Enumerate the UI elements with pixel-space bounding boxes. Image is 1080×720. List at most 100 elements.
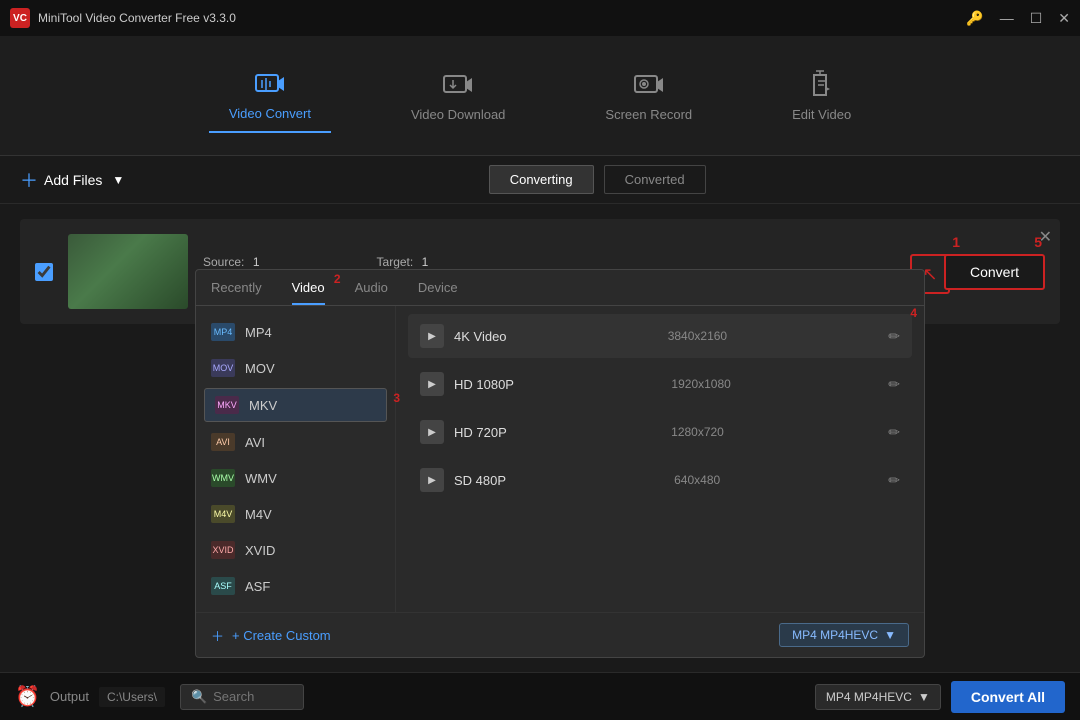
quality-list: ▶ 4K Video 3840x2160 ✏ 4 ▶ HD 1080P 1920… <box>396 306 924 612</box>
clock-icon-output: ⏰ <box>15 684 40 709</box>
format-item-asf[interactable]: ASF ASF <box>196 568 395 604</box>
format-item-mov[interactable]: MOV MOV <box>196 350 395 386</box>
quality-item-4k[interactable]: ▶ 4K Video 3840x2160 ✏ 4 <box>408 314 912 358</box>
format-item-mp4[interactable]: MP4 MP4 <box>196 314 395 350</box>
search-box[interactable]: 🔍 <box>180 684 304 710</box>
output-label: Output <box>50 689 89 704</box>
minimize-button[interactable]: — <box>1000 10 1014 27</box>
format-item-m4v[interactable]: M4V M4V <box>196 496 395 532</box>
format-picker: Recently Video 2 Audio Device MP4 MP4 MO… <box>195 269 925 658</box>
add-files-button[interactable]: ＋ Add Files <box>20 167 102 193</box>
nav-video-download[interactable]: Video Download <box>391 59 525 132</box>
search-icon: 🔍 <box>191 689 207 705</box>
create-custom-label: + Create Custom <box>232 628 331 643</box>
nav-screen-record[interactable]: Screen Record <box>585 59 712 132</box>
mkv-icon: MKV <box>215 396 239 414</box>
tab-converted[interactable]: Converted <box>604 165 706 194</box>
add-icon: ＋ <box>20 167 38 193</box>
step1-badge: 1 <box>952 234 960 250</box>
format-avi-label: AVI <box>245 435 265 450</box>
mov-icon: MOV <box>211 359 235 377</box>
tab-converting[interactable]: Converting <box>489 165 594 194</box>
convert-label: Convert <box>970 264 1019 280</box>
quality-sd480-res: 640x480 <box>674 473 720 487</box>
format-selector-text: MP4 MP4HEVC <box>826 690 912 704</box>
m4v-icon: M4V <box>211 505 235 523</box>
nav-edit-video[interactable]: Edit Video <box>772 59 871 132</box>
titlebar-left: VC MiniTool Video Converter Free v3.3.0 <box>10 8 236 28</box>
format-mp4-label: MP4 <box>245 325 272 340</box>
toolbar: ＋ Add Files ▼ Converting Converted <box>0 156 1080 204</box>
main-content: Source: 1 MP4 🕐 00:04:14 Target: 1 MP4 🕐… <box>0 204 1080 672</box>
screen-record-icon <box>633 69 665 101</box>
edit-hd720-button[interactable]: ✏ <box>888 424 900 441</box>
picker-dropdown-icon: ▼ <box>884 628 896 642</box>
format-mov-label: MOV <box>245 361 275 376</box>
app-logo: VC <box>10 8 30 28</box>
app-title: MiniTool Video Converter Free v3.3.0 <box>38 11 236 25</box>
create-custom-button[interactable]: ＋ + Create Custom <box>211 626 331 645</box>
edit-sd480-button[interactable]: ✏ <box>888 472 900 489</box>
key-icon[interactable]: 🔑 <box>966 10 983 27</box>
bottom-right: MP4 MP4HEVC ▼ Convert All <box>815 681 1065 713</box>
close-button[interactable]: ✕ <box>1058 10 1070 27</box>
quality-item-hd1080[interactable]: ▶ HD 1080P 1920x1080 ✏ <box>408 362 912 406</box>
xvid-icon: XVID <box>211 541 235 559</box>
play-icon-4k: ▶ <box>420 324 444 348</box>
source-count: 1 <box>253 255 260 269</box>
quality-item-sd480[interactable]: ▶ SD 480P 640x480 ✏ <box>408 458 912 502</box>
quality-hd720-label: HD 720P <box>454 425 507 440</box>
format-item-wmv[interactable]: WMV WMV <box>196 460 395 496</box>
quality-hd1080-label: HD 1080P <box>454 377 514 392</box>
format-item-mkv[interactable]: MKV MKV 3 <box>204 388 387 422</box>
picker-footer: ＋ + Create Custom MP4 MP4HEVC ▼ <box>196 612 924 657</box>
edit-hd1080-button[interactable]: ✏ <box>888 376 900 393</box>
picker-tabs: Recently Video 2 Audio Device <box>196 270 924 306</box>
format-item-avi[interactable]: AVI AVI <box>196 424 395 460</box>
picker-tab-audio[interactable]: Audio <box>355 280 388 305</box>
search-input[interactable] <box>213 689 293 704</box>
picker-tab-video[interactable]: Video 2 <box>292 280 325 305</box>
format-wmv-label: WMV <box>245 471 277 486</box>
quality-4k-label: 4K Video <box>454 329 507 344</box>
file-thumbnail <box>68 234 188 309</box>
maximize-button[interactable]: ☐ <box>1030 10 1043 27</box>
nav-screen-record-label: Screen Record <box>605 107 692 122</box>
bottombar: ⏰ Output C:\Users\ 🔍 MP4 MP4HEVC ▼ Conve… <box>0 672 1080 720</box>
play-icon-hd720: ▶ <box>420 420 444 444</box>
titlebar: VC MiniTool Video Converter Free v3.3.0 … <box>0 0 1080 36</box>
wmv-icon: WMV <box>211 469 235 487</box>
step3-badge: 3 <box>393 391 400 405</box>
quality-sd480-label: SD 480P <box>454 473 506 488</box>
format-item-xvid[interactable]: XVID XVID <box>196 532 395 568</box>
video-download-icon <box>442 69 474 101</box>
picker-format-badge: MP4 MP4HEVC ▼ <box>779 623 909 647</box>
edit-4k-button[interactable]: ✏ <box>888 328 900 345</box>
step2-badge: 2 <box>334 272 341 286</box>
convert-button[interactable]: Convert <box>944 254 1045 290</box>
output-path: C:\Users\ <box>99 687 165 707</box>
quality-hd1080-res: 1920x1080 <box>671 377 730 391</box>
window-controls: 🔑 — ☐ ✕ <box>966 10 1070 27</box>
nav-video-download-label: Video Download <box>411 107 505 122</box>
convert-all-button[interactable]: Convert All <box>951 681 1065 713</box>
nav-video-convert[interactable]: Video Convert <box>209 58 331 133</box>
target-label: Target: <box>377 255 414 269</box>
format-selector[interactable]: MP4 MP4HEVC ▼ <box>815 684 941 710</box>
step4-badge: 4 <box>910 306 917 320</box>
format-mkv-label: MKV <box>249 398 277 413</box>
format-asf-label: ASF <box>245 579 270 594</box>
picker-tab-recently[interactable]: Recently <box>211 280 262 305</box>
play-icon-sd480: ▶ <box>420 468 444 492</box>
plus-icon: ＋ <box>211 626 224 645</box>
file-select-checkbox[interactable] <box>35 263 53 281</box>
quality-item-hd720[interactable]: ▶ HD 720P 1280x720 ✏ <box>408 410 912 454</box>
add-files-dropdown-button[interactable]: ▼ <box>112 173 124 187</box>
video-convert-icon <box>254 68 286 100</box>
format-selector-dropdown-icon: ▼ <box>918 690 930 704</box>
picker-tab-device[interactable]: Device <box>418 280 458 305</box>
close-row-button[interactable]: ✕ <box>1039 227 1052 247</box>
thumbnail-image <box>68 234 188 309</box>
target-count: 1 <box>422 255 429 269</box>
format-list: MP4 MP4 MOV MOV MKV MKV 3 AVI AVI WMV <box>196 306 396 612</box>
